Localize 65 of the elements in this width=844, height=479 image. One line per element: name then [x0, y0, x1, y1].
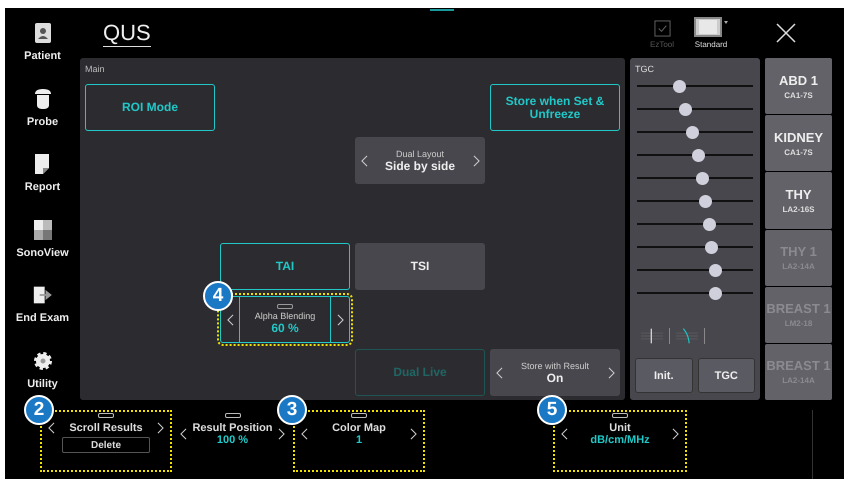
handle-icon [224, 413, 240, 418]
sidebar-item[interactable]: SonoView [16, 246, 69, 258]
tgc-button[interactable]: TGC [698, 358, 755, 393]
close-icon[interactable] [776, 23, 796, 43]
selector-value: 100 % [216, 434, 248, 446]
handle-icon [277, 304, 293, 309]
slider-thumb[interactable] [686, 126, 699, 139]
tgc-curve-icon[interactable] [676, 328, 698, 344]
slider-thumb[interactable] [692, 149, 706, 162]
slider-thumb[interactable] [708, 264, 722, 277]
mode-button[interactable]: ROI Mode [85, 84, 215, 131]
selector-value: dB/cm/MHz [590, 434, 650, 446]
callout-badge: 4 [203, 281, 233, 311]
settings-icon [32, 350, 52, 372]
selector-value: 60 % [271, 321, 299, 335]
callout-badge: 3 [277, 395, 307, 425]
handle-icon [98, 413, 114, 418]
selector-label: Scroll Results [69, 422, 143, 434]
slider-thumb[interactable] [702, 218, 716, 231]
panel-label: TGC [635, 63, 655, 76]
slider-thumb[interactable] [705, 241, 718, 254]
handle-icon [351, 413, 367, 418]
handle-bar [430, 9, 454, 11]
value-selector[interactable]: Store with Result On [490, 349, 620, 396]
selector-value: 1 [356, 434, 362, 446]
slider-thumb[interactable] [672, 80, 686, 93]
checkbox-icon [654, 20, 670, 37]
exit-icon [32, 284, 52, 306]
selector-label: Result Position [192, 422, 273, 434]
monitor-icon [694, 17, 728, 37]
tool-label[interactable]: Standard [694, 40, 728, 49]
selector-label: Dual Layout [396, 148, 444, 158]
slider-thumb[interactable] [696, 172, 709, 185]
callout-badge: 2 [24, 395, 54, 425]
panel-label: Main [85, 63, 106, 76]
page-title: QUS [103, 20, 151, 47]
sidebar-item[interactable]: Probe [26, 116, 58, 128]
preset-button[interactable]: ABD 1 CA1-7S [765, 58, 832, 114]
delete-button[interactable]: Delete [62, 437, 150, 453]
selector-value: On [546, 370, 564, 384]
handle-icon [612, 413, 628, 418]
slider-thumb[interactable] [699, 195, 712, 208]
selector-value: Side by side [384, 158, 456, 172]
mode-button[interactable]: Store when Set & Unfreeze [490, 84, 620, 131]
preset-button[interactable]: KIDNEY CA1-7S [765, 115, 832, 172]
selector-label: Color Map [332, 422, 386, 434]
mode-button[interactable]: TAI [220, 243, 350, 290]
callout-badge: 5 [537, 395, 567, 425]
probe-icon [32, 88, 52, 110]
sidebar-item[interactable]: End Exam [16, 312, 70, 324]
selector-label: Unit [609, 422, 631, 434]
selector-label: Alpha Blending [254, 311, 316, 321]
tgc-linear-icon[interactable] [641, 328, 663, 344]
grid-icon [32, 218, 52, 240]
tgc-button[interactable]: Init. [635, 358, 692, 393]
sidebar-item[interactable]: Utility [27, 378, 58, 390]
mode-button[interactable]: TSI [355, 243, 485, 290]
sidebar-item[interactable]: Patient [24, 50, 61, 62]
slider-thumb[interactable] [678, 103, 692, 116]
selector-label: Store with Result [520, 360, 590, 370]
sidebar-item[interactable]: Report [24, 181, 60, 193]
contact-card-icon [32, 22, 52, 44]
preset-button[interactable]: THY LA2-16S [765, 172, 832, 229]
value-selector[interactable]: Dual Layout Side by side [355, 137, 485, 184]
slider-thumb[interactable] [708, 287, 722, 300]
